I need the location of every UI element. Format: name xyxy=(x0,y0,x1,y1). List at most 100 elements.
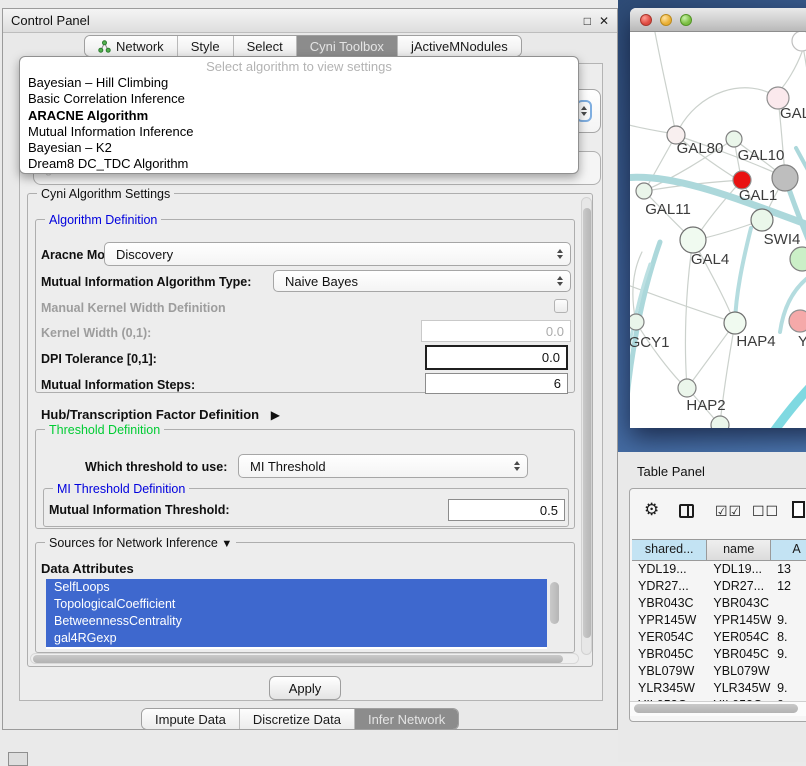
apply-button[interactable]: Apply xyxy=(269,676,341,700)
mi-steps-input[interactable] xyxy=(425,373,568,394)
HAP4-node[interactable] xyxy=(724,312,746,334)
GAL10-node[interactable] xyxy=(726,131,742,147)
table-row[interactable]: YBL079WYBL079W xyxy=(632,663,806,680)
close-icon[interactable]: ✕ xyxy=(599,14,609,28)
table-panel-body: ⚙ ☑☑ ☐☐ shared...nameA YDL19...YDL19...1… xyxy=(629,488,806,722)
table-cell: YBR045C xyxy=(632,646,707,663)
table-cell: 9. xyxy=(771,646,806,663)
column-header[interactable]: shared... xyxy=(632,540,707,560)
mi-algorithm-type-combobox[interactable]: Naive Bayes xyxy=(273,270,571,292)
dpi-tolerance-label: DPI Tolerance [0,1]: xyxy=(41,352,157,366)
table-row[interactable]: YDR27...YDR27...12 xyxy=(632,578,806,595)
tab-style[interactable]: Style xyxy=(178,36,234,56)
mi-steps-label: Mutual Information Steps: xyxy=(41,378,195,392)
table-cell: YDR27... xyxy=(707,578,771,595)
settings-horizontal-scrollbar[interactable] xyxy=(30,653,579,664)
float-window-icon[interactable]: □ xyxy=(584,14,591,28)
kernel-width-input[interactable] xyxy=(421,320,571,342)
tab-cyni-toolbox[interactable]: Cyni Toolbox xyxy=(297,36,398,56)
GCY1-node[interactable] xyxy=(630,314,644,330)
table-row[interactable]: YBR043CYBR043C xyxy=(632,595,806,612)
dropdown-item[interactable]: ARACNE Algorithm xyxy=(20,108,578,124)
table-row[interactable]: YER054CYER054C8. xyxy=(632,629,806,646)
table-row[interactable]: YLR345WYLR345W9. xyxy=(632,680,806,697)
close-traffic-light[interactable] xyxy=(640,14,652,26)
node-label: GAL4 xyxy=(691,251,729,268)
table-cell xyxy=(771,595,806,612)
which-threshold-combobox[interactable]: MI Threshold xyxy=(238,454,528,478)
settings-vertical-scrollbar[interactable] xyxy=(581,197,592,655)
sources-title[interactable]: Sources for Network Inference ▼ xyxy=(45,536,236,550)
stepper-arrows-icon xyxy=(514,461,520,471)
network-edge xyxy=(735,228,751,322)
attribute-item[interactable]: gal4RGexp xyxy=(46,630,547,647)
attribute-item[interactable]: TopologicalCoefficient xyxy=(46,596,547,613)
settings-vertical-scrollbar-thumb[interactable] xyxy=(583,208,591,638)
mi-threshold-input[interactable] xyxy=(448,499,565,521)
node-label: HAP2 xyxy=(686,397,725,414)
corner-button[interactable] xyxy=(8,752,28,766)
GAL4-node[interactable] xyxy=(680,227,706,253)
dropdown-item[interactable]: Bayesian – Hill Climbing xyxy=(20,75,578,91)
unchecked-columns-icon[interactable]: ☐☐ xyxy=(752,503,779,520)
dropdown-item[interactable]: Basic Correlation Inference xyxy=(20,91,578,107)
which-threshold-value: MI Threshold xyxy=(239,459,326,474)
table-row[interactable]: YPR145WYPR145W9. xyxy=(632,612,806,629)
attribute-item[interactable]: BetweennessCentrality xyxy=(46,613,547,630)
zoom-traffic-light[interactable] xyxy=(680,14,692,26)
table-cell: YER054C xyxy=(632,629,707,646)
table-cell: 13 xyxy=(771,561,806,578)
table-cell: YBR043C xyxy=(707,595,771,612)
table-scrollbar-thumb[interactable] xyxy=(634,704,798,713)
bottom-tab-impute-data[interactable]: Impute Data xyxy=(142,709,240,729)
mi-algorithm-type-label: Mutual Information Algorithm Type: xyxy=(41,275,251,289)
data-attributes-list[interactable]: SelfLoopsTopologicalCoefficientBetweenne… xyxy=(46,579,547,649)
tab-network[interactable]: Network xyxy=(85,36,178,56)
table-cell: YPR145W xyxy=(707,612,771,629)
column-header[interactable]: name xyxy=(707,540,771,560)
tab-jactivemnodules[interactable]: jActiveMNodules xyxy=(398,36,521,56)
aracne-mode-combobox[interactable]: Discovery xyxy=(104,242,571,266)
GAL1-node[interactable] xyxy=(751,209,773,231)
gear-icon[interactable]: ⚙ xyxy=(644,500,659,520)
collapse-arrow-icon: ▶ xyxy=(271,408,280,422)
node-table: shared...nameA YDL19...YDL19...13YDR27..… xyxy=(632,539,806,714)
dropdown-item[interactable]: Mutual Information Inference xyxy=(20,124,578,140)
attributes-scrollbar-thumb[interactable] xyxy=(550,582,559,624)
settings-horizontal-scrollbar-thumb[interactable] xyxy=(33,655,563,663)
table-row[interactable]: YBR045CYBR045C9. xyxy=(632,646,806,663)
stepper-arrows-icon xyxy=(557,276,563,286)
GAL11-node[interactable] xyxy=(636,183,652,199)
threshold-definition-title: Threshold Definition xyxy=(45,423,164,437)
node-label: GCY1 xyxy=(630,334,669,351)
bottom-tab-discretize-data[interactable]: Discretize Data xyxy=(240,709,355,729)
table-row[interactable]: YDL19...YDL19...13 xyxy=(632,561,806,578)
dpi-tolerance-input[interactable] xyxy=(425,345,568,370)
checked-columns-icon[interactable]: ☑☑ xyxy=(715,503,742,520)
desktop-background: GAL7GAL80GAL10GAL1GAL11SWI4GAL4GCY1HAP4Y… xyxy=(618,0,806,452)
which-threshold-label: Which threshold to use: xyxy=(85,460,227,474)
column-header[interactable]: A xyxy=(771,540,806,560)
bottom-tab-infer-network[interactable]: Infer Network xyxy=(355,709,458,729)
HAP2-node[interactable] xyxy=(678,379,696,397)
tab-select[interactable]: Select xyxy=(234,36,297,56)
node-label: HAP4 xyxy=(736,333,775,350)
SWI4-node[interactable] xyxy=(790,247,806,271)
dropdown-item[interactable]: Dream8 DC_TDC Algorithm xyxy=(20,156,578,172)
network-edge xyxy=(654,32,676,135)
hub-definition-toggle[interactable]: Hub/Transcription Factor Definition ▶ xyxy=(41,407,280,422)
manual-kernel-width-checkbox[interactable] xyxy=(554,299,568,313)
network-edge xyxy=(676,88,778,135)
attribute-item[interactable]: SelfLoops xyxy=(46,579,547,596)
page-icon[interactable] xyxy=(792,501,805,518)
dropdown-item[interactable]: Bayesian – K2 xyxy=(20,140,578,156)
minimize-traffic-light[interactable] xyxy=(660,14,672,26)
pink-right-node[interactable] xyxy=(789,310,806,332)
columns-icon[interactable] xyxy=(679,504,694,518)
network-canvas[interactable]: GAL7GAL80GAL10GAL1GAL11SWI4GAL4GCY1HAP4Y… xyxy=(630,32,806,428)
partial-bottom-node[interactable] xyxy=(711,416,729,428)
table-cell xyxy=(771,663,806,680)
table-panel: Table Panel ⚙ ☑☑ ☐☐ shared...nameA YDL19… xyxy=(618,452,806,762)
table-horizontal-scrollbar[interactable] xyxy=(630,701,806,716)
partial-top-node[interactable] xyxy=(792,32,806,51)
